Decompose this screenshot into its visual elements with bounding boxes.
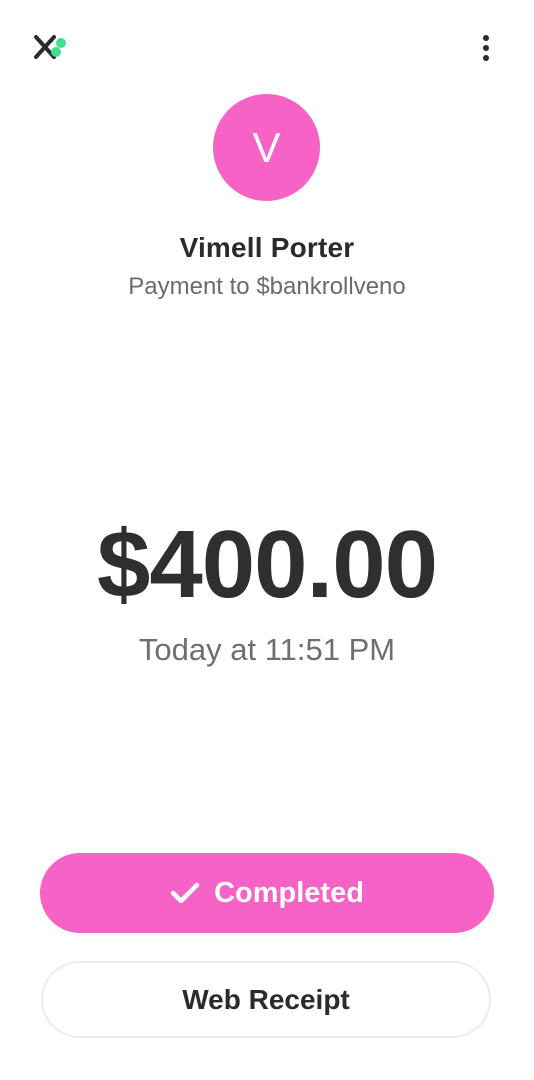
top-bar <box>0 0 534 95</box>
completed-status-button[interactable]: Completed <box>40 853 494 933</box>
more-options-button[interactable] <box>474 30 498 66</box>
payment-amount: $400.00 <box>96 511 438 618</box>
payment-timestamp: Today at 11:51 PM <box>138 632 396 667</box>
avatar: V <box>213 94 320 201</box>
close-icon <box>34 35 66 59</box>
avatar-initial: V <box>252 123 281 171</box>
web-receipt-button[interactable]: Web Receipt <box>41 961 491 1038</box>
close-button[interactable] <box>30 30 74 64</box>
receipt-label: Web Receipt <box>182 983 350 1015</box>
status-label: Completed <box>214 876 364 909</box>
recipient-name: Vimell Porter <box>179 232 355 263</box>
payment-subtitle: Payment to $bankrollveno <box>128 273 406 300</box>
more-vertical-icon <box>483 35 489 41</box>
checkmark-icon <box>170 882 200 904</box>
